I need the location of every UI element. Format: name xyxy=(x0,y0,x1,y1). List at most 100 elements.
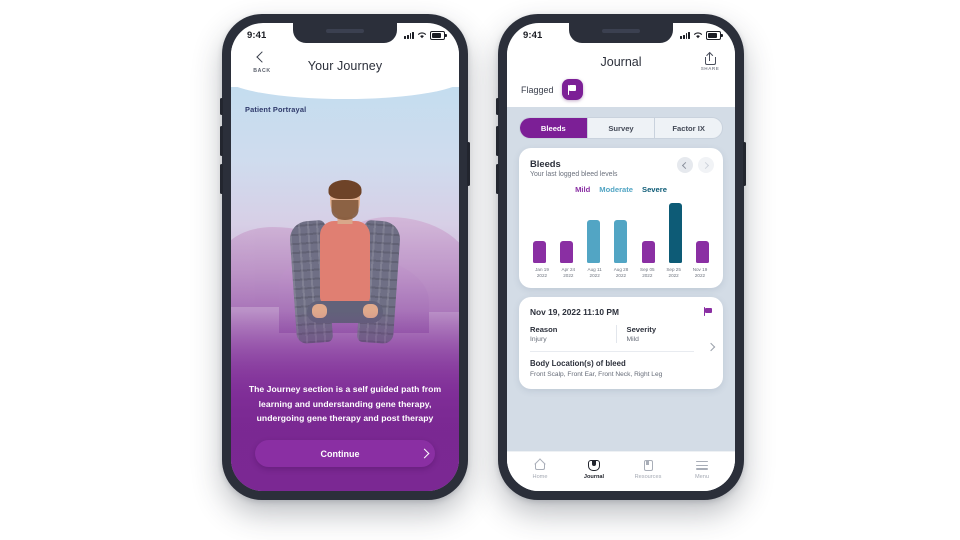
signal-bars-icon xyxy=(680,31,690,39)
mute-switch[interactable] xyxy=(220,98,223,115)
screenshot-stage: 9:41 BACK Your Journey Patient Portrayal… xyxy=(0,0,960,540)
chart-legend: Mild Moderate Severe xyxy=(530,185,712,194)
flagged-filter[interactable]: Flagged xyxy=(521,79,583,100)
signal-bars-icon xyxy=(404,31,414,39)
chart-x-tick: Jan 19 2022 xyxy=(535,267,549,279)
chart-bar xyxy=(587,220,601,263)
entry-field-reason-value: Injury xyxy=(530,336,547,344)
journey-screen: 9:41 BACK Your Journey Patient Portrayal… xyxy=(231,23,459,491)
tab-resources[interactable]: Resources xyxy=(624,459,672,480)
power-button[interactable] xyxy=(467,142,470,186)
tab-resources-label: Resources xyxy=(634,473,662,480)
chart-bar xyxy=(614,220,628,263)
status-icons xyxy=(680,30,723,40)
entry-header: Nov 19, 2022 11:10 PM xyxy=(530,307,712,317)
legend-moderate: Moderate xyxy=(599,185,634,194)
entry-field-severity-value: Mild xyxy=(626,336,639,344)
volume-down-button[interactable] xyxy=(496,164,499,194)
patient-portrayal-label: Patient Portrayal xyxy=(245,105,307,114)
journal-header: Journal SHARE Flagged xyxy=(507,45,735,107)
continue-button[interactable]: Continue xyxy=(255,440,435,467)
volume-up-button[interactable] xyxy=(496,126,499,156)
chart-plot-area xyxy=(530,201,712,263)
chart-x-axis: Jan 19 2022 Apr 24 2022 Aug 11 2022 Aug 28 2022… xyxy=(530,267,712,279)
legend-severe: Severe xyxy=(642,185,667,194)
entry-field-severity: Severity Mild xyxy=(615,325,713,344)
status-icons xyxy=(404,30,447,40)
chart-bar xyxy=(668,203,682,263)
tab-bleeds[interactable]: Bleeds xyxy=(520,118,588,138)
power-button[interactable] xyxy=(743,142,746,186)
continue-button-label: Continue xyxy=(320,448,360,459)
mute-switch[interactable] xyxy=(496,98,499,115)
chart-bar xyxy=(533,241,546,263)
chart-x-tick: Nov 19 2022 xyxy=(692,267,708,279)
hero-curve-divider xyxy=(231,87,459,99)
entry-field-reason-key: Reason xyxy=(530,325,558,335)
chart-x-tick: Sep 25 2022 xyxy=(666,267,681,279)
share-icon xyxy=(704,53,716,65)
tab-factor-ix[interactable]: Factor IX xyxy=(655,118,722,138)
chevron-right-icon[interactable] xyxy=(706,337,716,355)
phone-journey: 9:41 BACK Your Journey Patient Portrayal… xyxy=(220,14,470,500)
journey-description: The Journey section is a self guided pat… xyxy=(248,384,442,423)
journey-hero: Patient Portrayal The Journey section is… xyxy=(231,87,459,491)
chart-x-tick: Apr 24 2022 xyxy=(561,267,576,279)
status-time: 9:41 xyxy=(247,29,267,41)
chart-x-tick: Sep 05 2022 xyxy=(640,267,655,279)
tab-home-label: Home xyxy=(532,473,548,480)
back-button-label: BACK xyxy=(253,68,271,74)
status-time: 9:41 xyxy=(523,29,543,41)
tab-journal-label: Journal xyxy=(583,473,605,480)
battery-icon xyxy=(706,30,723,40)
segmented-tabs: Bleeds Survey Factor IX xyxy=(519,117,723,139)
legend-mild: Mild xyxy=(575,185,591,194)
tab-survey[interactable]: Survey xyxy=(588,118,656,138)
entry-field-reason: Reason Injury xyxy=(530,325,616,343)
journal-icon xyxy=(588,459,600,471)
journal-entry-card[interactable]: Nov 19, 2022 11:10 PM Reason Injury Seve… xyxy=(519,297,723,389)
volume-down-button[interactable] xyxy=(220,164,223,194)
phone-notch xyxy=(293,23,397,43)
flagged-label: Flagged xyxy=(521,84,554,95)
bottom-tab-bar: Home Journal Resources Menu xyxy=(507,451,735,491)
tab-journal[interactable]: Journal xyxy=(570,459,618,480)
volume-up-button[interactable] xyxy=(220,126,223,156)
phone-journal: 9:41 Journal SHARE Flagged Bleeds Survey… xyxy=(496,14,746,500)
earpiece-speaker xyxy=(602,29,640,33)
wifi-icon xyxy=(417,32,427,39)
chevron-right-icon xyxy=(413,448,435,459)
tab-menu-label: Menu xyxy=(695,473,709,480)
journey-header: BACK Your Journey xyxy=(231,45,459,87)
bleeds-chart-card: Bleeds Your last logged bleed levels Mil… xyxy=(519,148,723,289)
flag-icon[interactable] xyxy=(704,307,712,317)
entry-divider xyxy=(530,351,694,353)
entry-location-value: Front Scalp, Front Ear, Front Neck, Righ… xyxy=(530,370,663,378)
flag-toggle-button[interactable] xyxy=(561,79,583,100)
chart-x-tick: Aug 11 2022 xyxy=(587,267,602,279)
journal-body: Bleeds Survey Factor IX Bleeds Your last… xyxy=(507,107,735,491)
back-button[interactable]: BACK xyxy=(245,50,279,74)
menu-icon xyxy=(696,459,708,471)
tab-home[interactable]: Home xyxy=(516,458,564,480)
entry-location-key: Body Location(s) of bleed xyxy=(530,359,626,369)
chart-bar xyxy=(641,241,655,263)
entry-field-severity-key: Severity xyxy=(626,325,657,335)
share-button-label: SHARE xyxy=(700,66,720,71)
resources-icon xyxy=(643,459,653,471)
flag-icon xyxy=(567,84,577,95)
chart-next-button[interactable] xyxy=(698,157,714,173)
home-icon xyxy=(533,458,546,471)
chevron-left-icon xyxy=(256,51,268,63)
chart-prev-button[interactable] xyxy=(677,157,693,173)
tab-menu[interactable]: Menu xyxy=(678,459,726,480)
chart-bar xyxy=(560,241,574,263)
share-button[interactable]: SHARE xyxy=(697,53,723,71)
earpiece-speaker xyxy=(326,29,364,33)
battery-icon xyxy=(430,30,447,40)
chart-bar xyxy=(695,241,709,263)
entry-fields: Reason Injury Severity Mild xyxy=(530,325,716,352)
phone-notch xyxy=(569,23,673,43)
journal-screen: 9:41 Journal SHARE Flagged Bleeds Survey… xyxy=(507,23,735,491)
chart-x-tick: Aug 28 2022 xyxy=(613,267,629,279)
